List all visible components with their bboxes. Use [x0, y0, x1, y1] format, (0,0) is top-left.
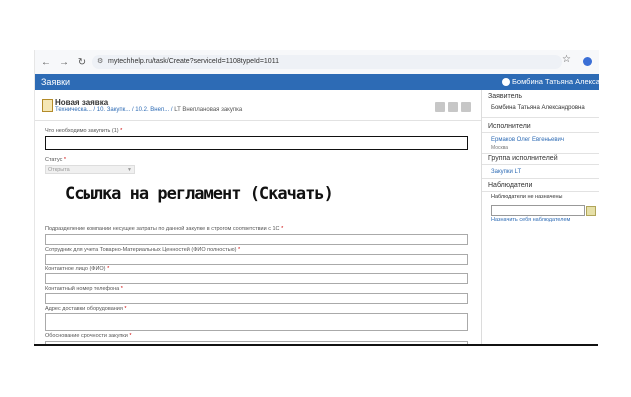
field-label: Контактное лицо (ФИО) *	[45, 266, 110, 272]
field-label: Подразделение компании несущее затраты п…	[45, 226, 284, 232]
task-sidebar: Заявитель Бомбина Татьяна Александровна …	[481, 90, 599, 346]
executor-city: Москва	[491, 145, 509, 151]
url-text: mytechhelp.ru/task/Create?serviceId=1108…	[108, 58, 279, 65]
task-form: Новая заявка Техническа... / 10. Закупк.…	[35, 90, 481, 346]
group-link[interactable]: Закупки LT	[491, 169, 521, 175]
assign-self-link[interactable]: Назначить себя наблюдателем	[491, 217, 570, 223]
back-icon[interactable]: ←	[39, 57, 53, 68]
chevron-down-icon: ▼	[127, 167, 132, 173]
document-edit-icon	[42, 99, 53, 112]
save-template-icon[interactable]	[435, 102, 445, 112]
breadcrumb-current: LT Внеплановая закупка	[174, 107, 243, 113]
field-label: Адрес доставки оборудования *	[45, 306, 127, 312]
divider	[482, 178, 599, 179]
divider	[482, 132, 599, 133]
department-input[interactable]	[45, 234, 468, 245]
observers-header: Наблюдатели	[488, 182, 533, 189]
group-header: Группа исполнителей	[488, 155, 558, 162]
employee-input[interactable]	[45, 254, 468, 265]
app-brand-link[interactable]: Заявки	[41, 74, 70, 90]
divider	[482, 117, 599, 118]
requester-header: Заявитель	[488, 93, 523, 100]
divider	[35, 120, 481, 121]
divider	[482, 153, 599, 154]
field-label: Контактный номер телефона *	[45, 286, 123, 292]
current-user-link[interactable]: Бомбина Татьяна Александровна	[512, 74, 599, 90]
observers-none-text: Наблюдатели не назначены	[491, 194, 563, 200]
divider	[482, 164, 599, 165]
observer-search-input[interactable]	[491, 205, 585, 216]
requester-name: Бомбина Татьяна Александровна	[491, 105, 585, 111]
browser-window: ← → ↻ ⚙ mytechhelp.ru/task/Create?servic…	[34, 50, 599, 346]
taskbar-edge	[34, 344, 598, 346]
profile-icon[interactable]	[583, 57, 592, 66]
browser-toolbar: ← → ↻ ⚙ mytechhelp.ru/task/Create?servic…	[35, 50, 599, 75]
app-header: Заявки Бомбина Татьяна Александровна	[35, 74, 599, 90]
bookmark-star-icon[interactable]: ☆	[562, 54, 571, 65]
form-tools	[435, 102, 471, 112]
breadcrumb-path[interactable]: Техническа... / 10. Закупк... / 10.2. Вн…	[55, 107, 173, 113]
executors-header: Исполнители	[488, 123, 531, 130]
save-icon[interactable]	[448, 102, 458, 112]
reload-icon[interactable]: ↻	[75, 57, 89, 68]
field-label: Что необходимо закупить (1) *	[45, 128, 123, 134]
delivery-address-input[interactable]	[45, 313, 468, 331]
forward-icon[interactable]: →	[57, 57, 71, 68]
contact-person-input[interactable]	[45, 273, 468, 284]
executor-link[interactable]: Ермаков Олег Евгеньевич	[491, 137, 564, 143]
divider	[482, 191, 599, 192]
site-info-icon[interactable]: ⚙	[97, 55, 103, 69]
user-icon	[502, 78, 510, 86]
status-select[interactable]: Открыта ▼	[45, 165, 135, 174]
page-title: Новая заявка	[55, 98, 109, 107]
phone-input[interactable]	[45, 293, 468, 304]
status-label: Статус *	[45, 157, 67, 163]
add-observer-icon[interactable]	[586, 206, 596, 216]
address-bar[interactable]: ⚙ mytechhelp.ru/task/Create?serviceId=11…	[92, 55, 562, 69]
field-label: Обоснование срочности закупки *	[45, 333, 132, 339]
purchase-item-input[interactable]	[45, 136, 468, 150]
undo-icon[interactable]	[461, 102, 471, 112]
field-label: Сотрудник для учета Товарно-Материальных…	[45, 247, 241, 253]
breadcrumb: Техническа... / 10. Закупк... / 10.2. Вн…	[55, 107, 242, 113]
regulation-link[interactable]: Ссылка на регламент (Скачать)	[65, 184, 334, 204]
